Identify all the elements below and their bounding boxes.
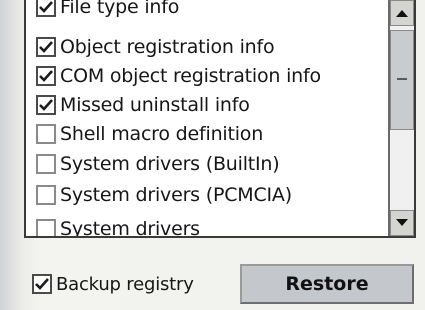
checkbox[interactable] bbox=[36, 66, 56, 86]
list-item-label: File type info bbox=[60, 0, 180, 18]
list-item-label: System drivers (PCMCIA) bbox=[60, 184, 292, 206]
arrow-down-icon bbox=[396, 219, 408, 226]
list-item-shell-macro-definition[interactable]: Shell macro definition bbox=[36, 120, 263, 148]
list-item-missed-uninstall-info[interactable]: Missed uninstall info bbox=[36, 91, 250, 119]
backup-registry-label: Backup registry bbox=[56, 273, 194, 295]
list-item-label: Missed uninstall info bbox=[60, 94, 250, 116]
checkbox[interactable] bbox=[36, 219, 56, 236]
checkbox[interactable] bbox=[36, 185, 56, 205]
list-item-label: System drivers bbox=[60, 218, 200, 236]
screen: File type info Object registration info … bbox=[0, 0, 425, 310]
list-item-label: COM object registration info bbox=[60, 65, 321, 87]
list-item-file-type-info[interactable]: File type info bbox=[36, 0, 179, 21]
checkbox[interactable] bbox=[36, 37, 56, 57]
list-item-system-drivers-pcmcia[interactable]: System drivers (PCMCIA) bbox=[36, 181, 292, 209]
checkmark-icon bbox=[39, 41, 53, 53]
list-item-com-object-registration-info[interactable]: COM object registration info bbox=[36, 62, 321, 90]
checkbox[interactable] bbox=[36, 0, 56, 17]
list-item-system-drivers[interactable]: System drivers bbox=[36, 215, 200, 236]
list-item-system-drivers-builtin[interactable]: System drivers (BuiltIn) bbox=[36, 150, 280, 178]
list-items: File type info Object registration info … bbox=[26, 0, 388, 236]
list-item-label: System drivers (BuiltIn) bbox=[60, 153, 280, 175]
checkmark-icon bbox=[35, 278, 49, 290]
checkmark-icon bbox=[39, 70, 53, 82]
checkmark-icon bbox=[39, 99, 53, 111]
scroll-down-button[interactable] bbox=[390, 210, 414, 236]
arrow-up-icon bbox=[396, 10, 408, 17]
options-list[interactable]: File type info Object registration info … bbox=[24, 0, 416, 238]
backup-registry-option[interactable]: Backup registry bbox=[32, 270, 194, 298]
checkmark-icon bbox=[39, 1, 53, 13]
scroll-thumb[interactable] bbox=[390, 30, 414, 130]
list-item-label: Shell macro definition bbox=[60, 123, 264, 145]
backup-registry-checkbox[interactable] bbox=[32, 274, 52, 294]
checkbox[interactable] bbox=[36, 154, 56, 174]
vertical-scrollbar[interactable] bbox=[388, 0, 414, 236]
list-item-object-registration-info[interactable]: Object registration info bbox=[36, 33, 275, 61]
list-item-label: Object registration info bbox=[60, 36, 275, 58]
grip-icon bbox=[397, 77, 407, 83]
scroll-up-button[interactable] bbox=[390, 0, 414, 26]
checkbox[interactable] bbox=[36, 124, 56, 144]
checkbox[interactable] bbox=[36, 95, 56, 115]
restore-button[interactable]: Restore bbox=[240, 264, 414, 304]
